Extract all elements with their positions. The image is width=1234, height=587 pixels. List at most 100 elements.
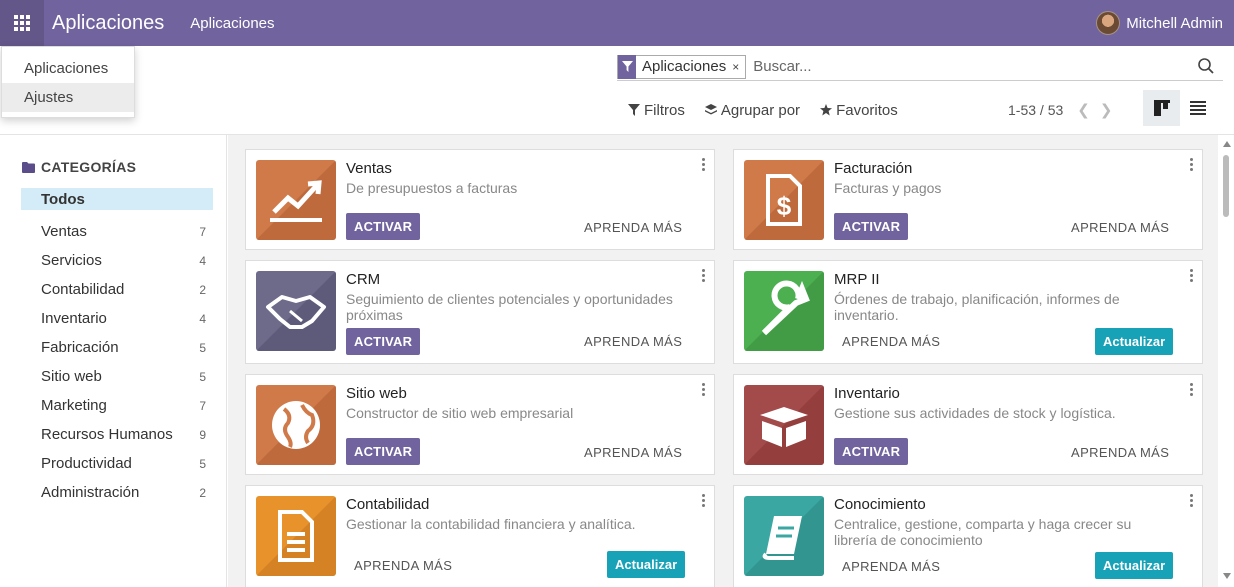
learn-more-button[interactable]: APRENDA MÁS xyxy=(584,220,682,235)
avatar xyxy=(1096,11,1121,35)
globe-icon xyxy=(256,385,336,465)
app-name: Conocimiento xyxy=(834,496,926,513)
group-by-button[interactable]: Agrupar por xyxy=(704,101,801,119)
app-card-mrp-ii[interactable]: MRP II Órdenes de trabajo, planificación… xyxy=(733,260,1203,364)
scrollbar[interactable] xyxy=(1218,135,1234,587)
kanban-view-button[interactable] xyxy=(1143,90,1180,126)
app-card-contabilidad[interactable]: Contabilidad Gestionar la contabilidad f… xyxy=(245,485,715,587)
box-icon xyxy=(744,385,824,465)
activate-button[interactable]: ACTIVAR xyxy=(346,328,421,355)
top-navbar: Aplicaciones Aplicaciones Mitchell Admin xyxy=(0,0,1234,46)
app-description: Órdenes de trabajo, planificación, infor… xyxy=(834,291,1120,323)
navbar-menu-aplicaciones[interactable]: Aplicaciones xyxy=(190,15,274,32)
sales-chart-icon xyxy=(256,160,336,240)
activate-button[interactable]: ACTIVAR xyxy=(346,213,421,240)
more-options-icon[interactable] xyxy=(1190,269,1194,282)
dropdown-item-ajustes[interactable]: Ajustes xyxy=(2,83,134,112)
app-name: Inventario xyxy=(834,385,900,402)
category-item-sitio-web[interactable]: Sitio web 5 xyxy=(21,362,213,391)
more-options-icon[interactable] xyxy=(702,494,706,507)
category-count: 7 xyxy=(199,398,206,413)
app-card-ventas[interactable]: Ventas De presupuestos a facturas ACTIVA… xyxy=(245,149,715,250)
category-list: Todos Ventas 7 Servicios 4 Contabilidad 2 I… xyxy=(21,188,213,507)
activate-button[interactable]: ACTIVAR xyxy=(346,438,421,465)
list-view-button[interactable] xyxy=(1184,90,1212,126)
app-card-crm[interactable]: CRM Seguimiento de clientes potenciales … xyxy=(245,260,715,364)
more-options-icon[interactable] xyxy=(702,158,706,171)
svg-text:$: $ xyxy=(777,191,792,221)
learn-more-button[interactable]: APRENDA MÁS xyxy=(1071,220,1169,235)
learn-more-button[interactable]: APRENDA MÁS xyxy=(842,559,940,574)
app-card-inventario[interactable]: Inventario Gestione sus actividades de s… xyxy=(733,374,1203,475)
update-button[interactable]: Actualizar xyxy=(607,551,686,578)
more-options-icon[interactable] xyxy=(1190,383,1194,396)
group-by-label: Agrupar por xyxy=(720,101,801,119)
category-item-ventas[interactable]: Ventas 7 xyxy=(21,217,213,246)
category-item-fabricacion[interactable]: Fabricación 5 xyxy=(21,333,213,362)
category-item-marketing[interactable]: Marketing 7 xyxy=(21,391,213,420)
filters-button[interactable]: Filtros xyxy=(628,102,685,119)
category-label: Sitio web xyxy=(41,368,102,385)
category-item-contabilidad[interactable]: Contabilidad 2 xyxy=(21,275,213,304)
category-label: Todos xyxy=(41,190,85,208)
category-item-productividad[interactable]: Productividad 5 xyxy=(21,449,213,478)
app-description: De presupuestos a facturas xyxy=(346,180,518,196)
scroll-up-icon[interactable] xyxy=(1223,141,1231,147)
app-card-facturacion[interactable]: $ Facturación Facturas y pagos ACTIVAR A… xyxy=(733,149,1203,250)
categories-title: CATEGORÍAS xyxy=(41,159,137,175)
scroll-down-icon[interactable] xyxy=(1223,573,1231,579)
learn-more-button[interactable]: APRENDA MÁS xyxy=(1071,445,1169,460)
user-name: Mitchell Admin xyxy=(1126,14,1223,32)
learn-more-button[interactable]: APRENDA MÁS xyxy=(584,334,682,349)
update-button[interactable]: Actualizar xyxy=(1095,328,1174,355)
facet-remove-icon[interactable]: × xyxy=(732,60,745,74)
category-item-inventario[interactable]: Inventario 4 xyxy=(21,304,213,333)
more-options-icon[interactable] xyxy=(702,269,706,282)
favorites-button[interactable]: Favoritos xyxy=(820,102,898,119)
app-menu-icon[interactable] xyxy=(0,0,44,46)
category-label: Servicios xyxy=(41,252,102,269)
filters-label: Filtros xyxy=(644,101,685,119)
scrollbar-thumb[interactable] xyxy=(1223,155,1229,217)
search-facet: Aplicaciones × xyxy=(617,54,747,79)
learn-more-button[interactable]: APRENDA MÁS xyxy=(584,445,682,460)
app-name: MRP II xyxy=(834,271,880,288)
categories-header: CATEGORÍAS xyxy=(22,159,136,175)
user-menu[interactable]: Mitchell Admin xyxy=(1096,0,1223,46)
pager-next-icon[interactable]: ❯ xyxy=(1100,101,1113,119)
update-button[interactable]: Actualizar xyxy=(1095,552,1174,579)
learn-more-button[interactable]: APRENDA MÁS xyxy=(842,334,940,349)
category-item-administracion[interactable]: Administración 2 xyxy=(21,478,213,507)
activate-button[interactable]: ACTIVAR xyxy=(834,213,909,240)
app-card-sitio-web[interactable]: Sitio web Constructor de sitio web empre… xyxy=(245,374,715,475)
app-description: Gestione sus actividades de stock y logí… xyxy=(834,405,1116,421)
category-sidebar: CATEGORÍAS Todos Ventas 7 Servicios 4 Cont… xyxy=(0,135,227,587)
pager-value[interactable]: 1-53 / 53 xyxy=(1008,102,1063,118)
category-item-todos[interactable]: Todos xyxy=(21,188,213,210)
learn-more-button[interactable]: APRENDA MÁS xyxy=(354,558,452,573)
handshake-icon xyxy=(256,271,336,351)
category-label: Recursos Humanos xyxy=(41,426,173,443)
category-count: 9 xyxy=(199,427,206,442)
more-options-icon[interactable] xyxy=(1190,494,1194,507)
search-icon[interactable] xyxy=(1197,57,1215,75)
app-description: Gestionar la contabilidad financiera y a… xyxy=(346,516,636,532)
activate-button[interactable]: ACTIVAR xyxy=(834,438,909,465)
more-options-icon[interactable] xyxy=(1190,158,1194,171)
category-item-recursos-humanos[interactable]: Recursos Humanos 9 xyxy=(21,420,213,449)
app-card-conocimiento[interactable]: Conocimiento Centralice, gestione, compa… xyxy=(733,485,1203,587)
app-description: Seguimiento de clientes potenciales y op… xyxy=(346,291,673,323)
pager-previous-icon[interactable]: ❮ xyxy=(1077,101,1090,119)
category-label: Contabilidad xyxy=(41,281,125,298)
navbar-brand[interactable]: Aplicaciones xyxy=(52,12,164,35)
more-options-icon[interactable] xyxy=(702,383,706,396)
app-name: CRM xyxy=(346,271,381,288)
wrench-icon xyxy=(744,271,824,351)
category-label: Ventas xyxy=(41,223,87,240)
app-name: Sitio web xyxy=(346,385,407,402)
category-item-servicios[interactable]: Servicios 4 xyxy=(21,246,213,275)
kanban-icon xyxy=(1153,100,1170,116)
category-label: Fabricación xyxy=(41,339,119,356)
search-input[interactable] xyxy=(753,58,1174,75)
dropdown-item-aplicaciones[interactable]: Aplicaciones xyxy=(2,54,134,83)
